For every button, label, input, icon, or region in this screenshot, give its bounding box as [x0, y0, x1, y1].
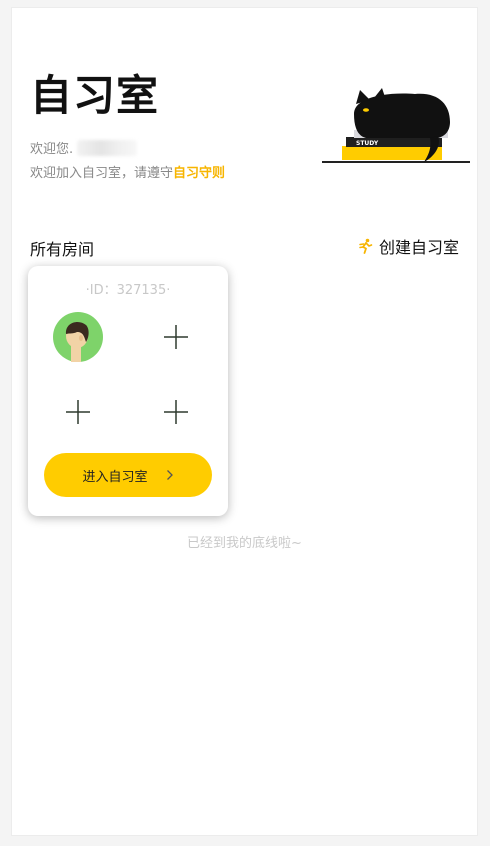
rules-line: 欢迎加入自习室，请遵守自习守则 — [30, 162, 225, 181]
black-cat-on-books-illustration: STUDY — [322, 88, 470, 163]
avatar — [53, 312, 103, 362]
cat-eye — [363, 108, 369, 112]
plus-icon — [164, 400, 188, 424]
create-room-button[interactable]: 创建自习室 — [357, 234, 459, 258]
chevron-right-icon — [166, 470, 173, 480]
seat-empty-add[interactable] — [151, 312, 201, 362]
plus-icon — [66, 400, 90, 424]
plus-icon — [164, 325, 188, 349]
rules-text: 欢迎加入自习室，请遵守 — [30, 166, 174, 181]
end-of-list-note: 已经到我的底线啦~ — [187, 536, 302, 551]
running-person-icon — [359, 238, 373, 254]
welcome-text: 欢迎您. — [30, 142, 74, 157]
room-card[interactable]: ·ID：327135· 进入自习室 — [28, 266, 228, 516]
room-id: ·ID：327135· — [85, 283, 171, 298]
enter-room-button[interactable]: 进入自习室 — [44, 453, 212, 497]
blurred-username — [77, 139, 138, 156]
seat-occupied-avatar[interactable] — [53, 312, 103, 362]
all-rooms-title: 所有房间 — [30, 240, 95, 259]
create-room-label: 创建自习室 — [378, 238, 459, 257]
rules-link[interactable]: 自习守则 — [173, 166, 225, 181]
page-title: 自习室 — [30, 71, 160, 120]
seat-empty-add[interactable] — [151, 387, 201, 437]
book-label: STUDY — [356, 140, 379, 147]
seat-empty-add[interactable] — [53, 387, 103, 437]
welcome-line: 欢迎您. — [30, 138, 138, 157]
page-container: 自习室 欢迎您. 欢迎加入自习室，请遵守自习守则 STUDY 所有房间 创建自习… — [11, 7, 478, 836]
enter-room-label: 进入自习室 — [82, 469, 148, 485]
